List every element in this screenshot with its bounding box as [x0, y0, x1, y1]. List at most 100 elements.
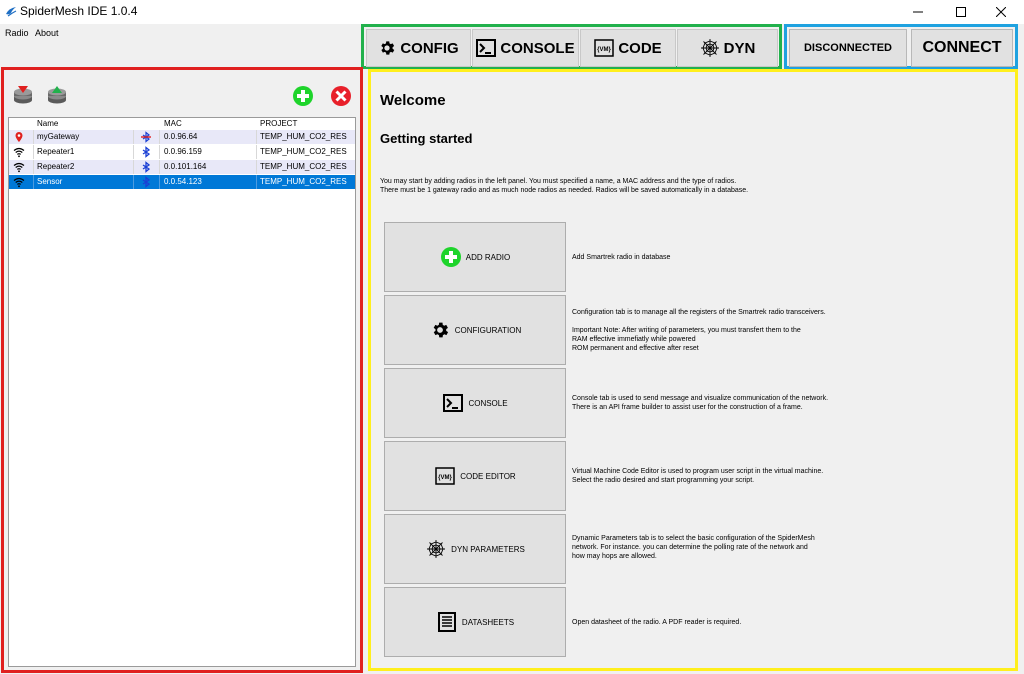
radio-mac: 0.0.101.164	[164, 162, 207, 171]
radio-list[interactable]: Name MAC PROJECT myGateway 0.0.96.64 TEM…	[8, 117, 356, 667]
row-separator	[133, 130, 134, 144]
radio-project: TEMP_HUM_CO2_RES	[260, 177, 347, 186]
wifi-icon	[13, 177, 25, 188]
terminal-icon	[442, 392, 464, 414]
description-line: Configuration tab is to manage all the r…	[572, 309, 826, 316]
description-line: There is an API frame builder to assist …	[572, 404, 803, 411]
add-radio-description: Add Smartrek radio in database	[572, 253, 1002, 262]
row-separator	[33, 160, 34, 174]
radio-project: TEMP_HUM_CO2_RES	[260, 132, 347, 141]
radio-name: myGateway	[37, 132, 80, 141]
dyn-parameters-label: DYN PARAMETERS	[451, 544, 525, 554]
main-tab-group: CONFIG CONSOLE {VM} CODE DYN	[361, 24, 782, 69]
close-icon	[996, 7, 1006, 17]
radio-list-header: Name MAC PROJECT	[9, 118, 355, 130]
description-line: Console tab is used to send message and …	[572, 395, 829, 402]
column-project[interactable]: PROJECT	[260, 119, 297, 128]
tab-config[interactable]: CONFIG	[366, 29, 471, 67]
description-line: Open datasheet of the radio. A PDF reade…	[572, 619, 742, 626]
svg-text:{VM}: {VM}	[438, 475, 452, 481]
row-separator	[159, 160, 160, 174]
description-line: Virtual Machine Code Editor is used to p…	[572, 468, 824, 475]
row-separator	[33, 130, 34, 144]
maximize-button[interactable]	[942, 0, 980, 24]
table-row-selected[interactable]: Sensor 0.0.54.123 TEMP_HUM_CO2_RES	[9, 175, 355, 189]
add-radio-icon[interactable]	[292, 85, 314, 107]
datasheets-label: DATASHEETS	[461, 617, 515, 627]
console-description: Console tab is used to send message and …	[572, 394, 1002, 412]
bluetooth-icon	[142, 146, 151, 158]
maximize-icon	[956, 7, 966, 17]
close-window-button[interactable]	[982, 0, 1020, 24]
svg-text:{VM}: {VM}	[597, 47, 611, 53]
row-separator	[256, 160, 257, 174]
code-editor-button[interactable]: {VM} CODE EDITOR	[384, 441, 566, 511]
row-separator	[159, 175, 160, 189]
wifi-icon	[13, 147, 25, 158]
radio-name: Repeater1	[37, 147, 75, 156]
add-radio-label: ADD RADIO	[465, 252, 511, 262]
radio-mac: 0.0.96.64	[164, 132, 198, 141]
configuration-label: CONFIGURATION	[454, 325, 522, 335]
minimize-button[interactable]	[899, 0, 937, 24]
connect-button[interactable]: CONNECT	[911, 29, 1013, 67]
add-radio-button[interactable]: ADD RADIO	[384, 222, 566, 292]
menu-about[interactable]: About	[35, 28, 59, 38]
menu-radio[interactable]: Radio	[5, 28, 29, 38]
download-db-icon[interactable]	[12, 85, 34, 107]
row-separator	[33, 145, 34, 159]
upload-db-icon[interactable]	[46, 85, 68, 107]
dyn-parameters-button[interactable]: DYN PARAMETERS	[384, 514, 566, 584]
welcome-panel: Welcome Getting started You may start by…	[368, 69, 1018, 671]
app-window: SpiderMesh IDE 1.0.4 Radio About CONFIG …	[0, 0, 1024, 674]
tab-code[interactable]: {VM} CODE	[580, 29, 676, 67]
description-line: Add Smartrek radio in database	[572, 254, 671, 261]
vm-icon: {VM}	[434, 465, 456, 487]
minimize-icon	[913, 11, 923, 13]
terminal-icon	[476, 39, 497, 57]
spider-web-icon	[700, 38, 720, 58]
datasheets-description: Open datasheet of the radio. A PDF reade…	[572, 618, 1002, 627]
column-name[interactable]: Name	[37, 119, 58, 128]
configuration-button[interactable]: CONFIGURATION	[384, 295, 566, 365]
tab-console-label: CONSOLE	[500, 39, 575, 57]
console-button[interactable]: CONSOLE	[384, 368, 566, 438]
code-editor-description: Virtual Machine Code Editor is used to p…	[572, 467, 1002, 485]
add-circle-icon	[440, 246, 462, 268]
datasheets-button[interactable]: DATASHEETS	[384, 587, 566, 657]
row-separator	[133, 160, 134, 174]
console-label: CONSOLE	[468, 398, 508, 408]
spider-web-icon	[425, 538, 447, 560]
window-title: SpiderMesh IDE 1.0.4	[20, 4, 138, 18]
tab-dyn[interactable]: DYN	[677, 29, 778, 67]
code-editor-label: CODE EDITOR	[460, 471, 516, 481]
bluetooth-icon	[142, 161, 151, 173]
dyn-parameters-description: Dynamic Parameters tab is to select the …	[572, 534, 1002, 561]
description-line: RAM effective immefiatly while powered	[572, 336, 696, 343]
bluetooth-icon	[142, 176, 151, 188]
table-row[interactable]: Repeater1 0.0.96.159 TEMP_HUM_CO2_RES	[9, 145, 355, 159]
description-line: Select the radio desired and start progr…	[572, 477, 755, 484]
column-mac[interactable]: MAC	[164, 119, 182, 128]
table-row[interactable]: Repeater2 0.0.101.164 TEMP_HUM_CO2_RES	[9, 160, 355, 174]
description-line: how may hops are allowed.	[572, 553, 657, 560]
row-separator	[159, 145, 160, 159]
gear-icon	[429, 319, 451, 341]
description-line: network. For instance. you can determine…	[572, 544, 808, 551]
radio-name: Sensor	[37, 177, 63, 186]
radio-name: Repeater2	[37, 162, 75, 171]
connection-group: DISCONNECTED CONNECT	[784, 24, 1018, 69]
radio-mac: 0.0.54.123	[164, 177, 202, 186]
description-line: Dynamic Parameters tab is to select the …	[572, 535, 815, 542]
tab-dyn-label: DYN	[723, 39, 756, 57]
description-line: Important Note: After writing of paramet…	[572, 327, 801, 334]
radio-list-panel: Name MAC PROJECT myGateway 0.0.96.64 TEM…	[1, 67, 363, 673]
document-icon	[436, 611, 458, 633]
table-row[interactable]: myGateway 0.0.96.64 TEMP_HUM_CO2_RES	[9, 130, 355, 144]
getting-started-heading: Getting started	[380, 131, 473, 146]
delete-radio-icon[interactable]	[330, 85, 352, 107]
tab-console[interactable]: CONSOLE	[472, 29, 579, 67]
row-separator	[256, 145, 257, 159]
tab-code-label: CODE	[618, 39, 662, 57]
row-separator	[133, 145, 134, 159]
